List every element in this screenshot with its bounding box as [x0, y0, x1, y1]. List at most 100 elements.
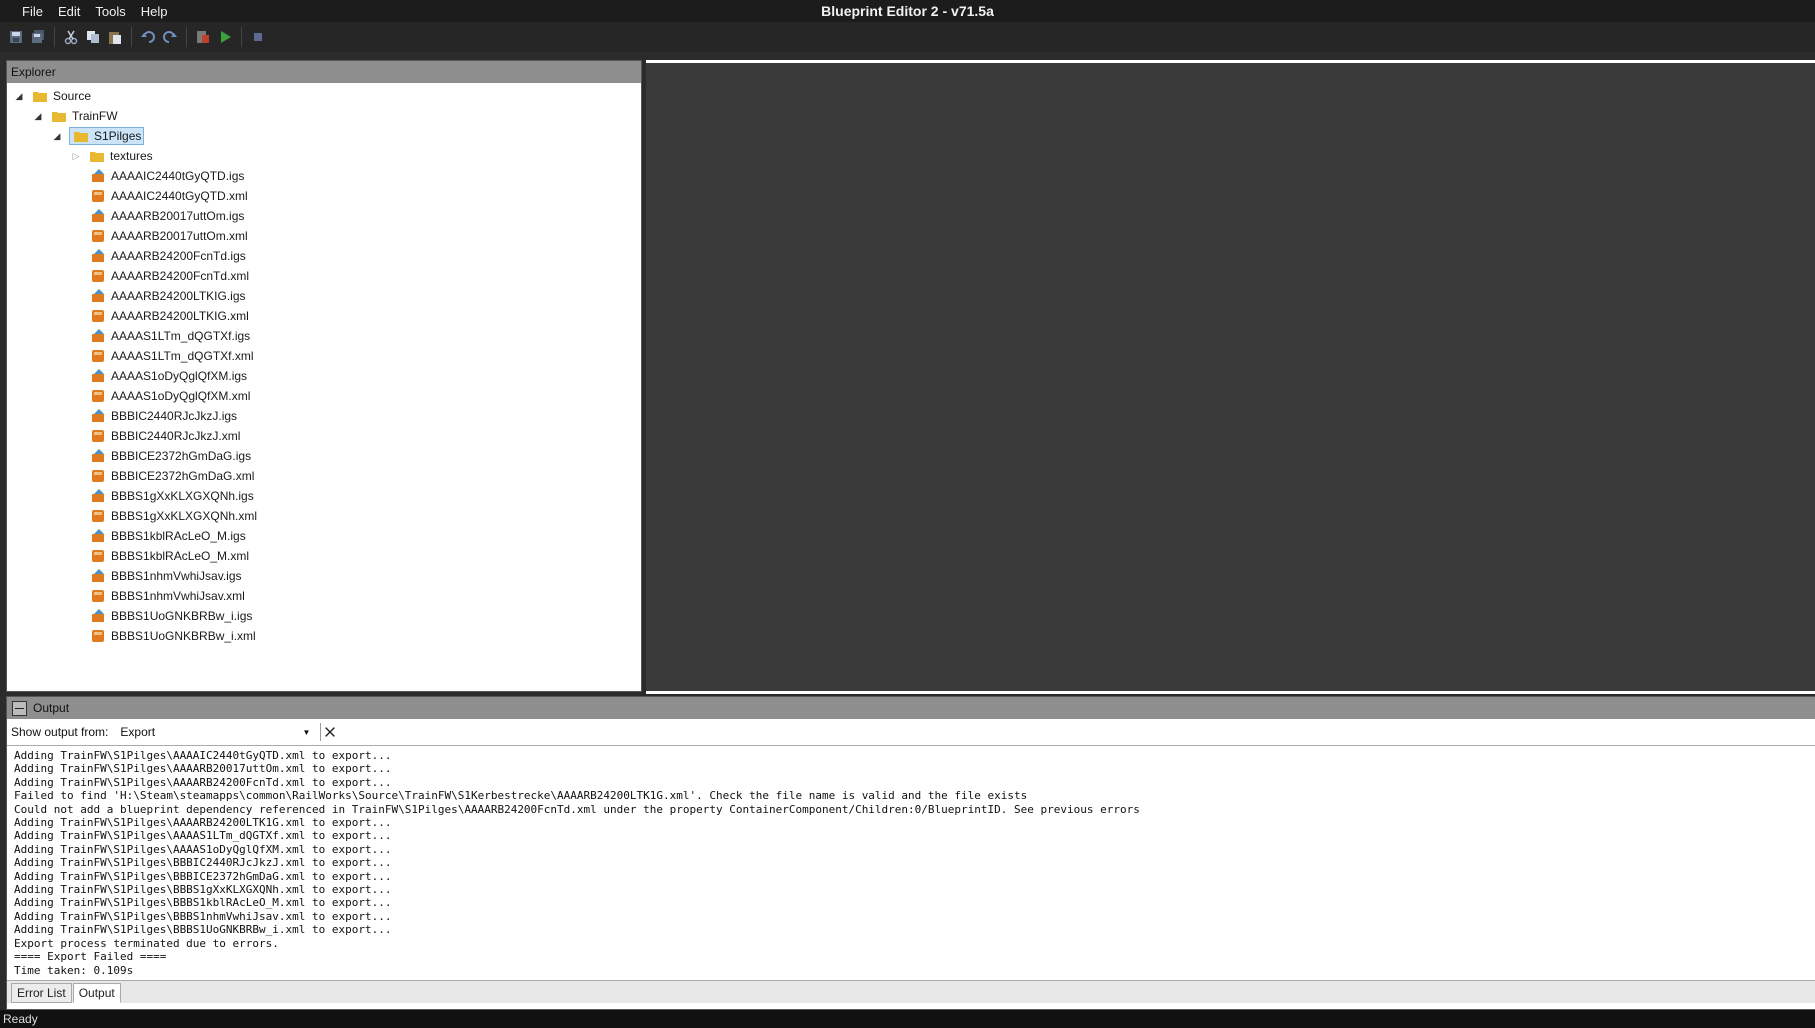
file-item[interactable]: BBBS1nhmVwhiJsav.igs — [7, 566, 641, 586]
file-item[interactable]: AAAARB24200LTKIG.xml — [7, 306, 641, 326]
file-item[interactable]: AAAARB24200LTKIG.igs — [7, 286, 641, 306]
file-item[interactable]: AAAAS1oDyQglQfXM.igs — [7, 366, 641, 386]
tab-output[interactable]: Output — [72, 983, 121, 1003]
file-item[interactable]: BBBS1nhmVwhiJsav.xml — [7, 586, 641, 606]
file-label: BBBS1gXxKLXGXQNh.xml — [111, 509, 258, 523]
file-label: AAAAIC2440tGyQTD.xml — [111, 189, 248, 203]
xml-file-icon — [89, 548, 107, 564]
status-bar: Ready — [0, 1010, 1815, 1028]
collapsed-arrow-icon[interactable]: ▷ — [70, 150, 82, 162]
file-item[interactable]: AAAARB20017uttOm.xml — [7, 226, 641, 246]
file-label: AAAARB20017uttOm.igs — [111, 209, 245, 223]
file-label: BBBS1nhmVwhiJsav.igs — [111, 569, 242, 583]
tree-node-source[interactable]: ◢ Source — [7, 86, 641, 106]
tree-node-textures[interactable]: ▷ textures — [7, 146, 641, 166]
file-item[interactable]: BBBS1kblRAcLeO_M.igs — [7, 526, 641, 546]
selected-node[interactable]: S1Pilges — [69, 127, 145, 145]
log-line: Export process terminated due to errors. — [14, 936, 279, 950]
expand-arrow-icon[interactable]: ◢ — [13, 90, 25, 102]
igs-file-icon — [89, 448, 107, 464]
file-item[interactable]: BBBIC2440RJcJkzJ.igs — [7, 406, 641, 426]
log-line: Adding TrainFW\S1Pilges\BBBICE2372hGmDaG… — [14, 869, 392, 883]
file-item[interactable]: BBBICE2372hGmDaG.igs — [7, 446, 641, 466]
toolbar — [0, 22, 1815, 52]
file-label: AAAAS1LTm_dQGTXf.xml — [111, 349, 254, 363]
igs-file-icon — [89, 288, 107, 304]
file-item[interactable]: BBBS1gXxKLXGXQNh.xml — [7, 506, 641, 526]
igs-file-icon — [89, 408, 107, 424]
log-line: Adding TrainFW\S1Pilges\BBBS1gXxKLXGXQNh… — [14, 883, 392, 897]
file-item[interactable]: AAAAIC2440tGyQTD.igs — [7, 166, 641, 186]
clear-output-button[interactable] — [320, 723, 339, 741]
file-label: BBBS1gXxKLXGXQNh.igs — [111, 489, 254, 503]
output-panel: Output Show output from: Export ▼ Adding… — [6, 696, 1815, 1010]
folder-icon — [31, 88, 49, 104]
file-item[interactable]: BBBIC2440RJcJkzJ.xml — [7, 426, 641, 446]
file-label: AAAAS1oDyQglQfXM.igs — [111, 369, 248, 383]
folder-icon — [88, 148, 106, 164]
file-label: BBBS1kblRAcLeO_M.igs — [111, 529, 246, 543]
expand-arrow-icon[interactable]: ◢ — [32, 110, 44, 122]
file-item[interactable]: BBBICE2372hGmDaG.xml — [7, 466, 641, 486]
redo-icon[interactable] — [162, 29, 178, 45]
igs-file-icon — [89, 208, 107, 224]
file-label: AAAARB24200LTKIG.xml — [111, 309, 249, 323]
tree-label: S1Pilges — [94, 129, 142, 143]
xml-file-icon — [89, 588, 107, 604]
igs-file-icon — [89, 368, 107, 384]
log-line: Could not add a blueprint dependency ref… — [14, 802, 1140, 816]
undo-icon[interactable] — [140, 29, 156, 45]
menu-help[interactable]: Help — [141, 4, 168, 19]
file-label: AAAARB24200LTKIG.igs — [111, 289, 246, 303]
file-item[interactable]: AAAARB20017uttOm.igs — [7, 206, 641, 226]
log-line: Adding TrainFW\S1Pilges\AAAAS1oDyQglQfXM… — [14, 842, 392, 856]
xml-file-icon — [89, 508, 107, 524]
file-label: BBBIC2440RJcJkzJ.xml — [111, 429, 241, 443]
copy-icon[interactable] — [85, 29, 101, 45]
folder-open-icon — [72, 128, 90, 144]
menu-edit[interactable]: Edit — [58, 4, 80, 19]
paste-icon[interactable] — [107, 29, 123, 45]
tab-error-list[interactable]: Error List — [11, 983, 72, 1003]
file-label: BBBS1nhmVwhiJsav.xml — [111, 589, 245, 603]
menu-file[interactable]: File — [22, 4, 43, 19]
toolbar-separator — [186, 27, 187, 47]
file-label: AAAARB24200FcnTd.xml — [111, 269, 250, 283]
editor-canvas[interactable] — [646, 60, 1815, 694]
log-line: Adding TrainFW\S1Pilges\BBBS1UoGNKBRBw_i… — [14, 923, 392, 937]
file-item[interactable]: AAAARB24200FcnTd.igs — [7, 246, 641, 266]
tree-node-trainfw[interactable]: ◢ TrainFW — [7, 106, 641, 126]
log-line: Adding TrainFW\S1Pilges\BBBIC2440RJcJkzJ… — [14, 856, 392, 870]
igs-file-icon — [89, 248, 107, 264]
tree-node-s1pilges[interactable]: ◢ S1Pilges — [7, 126, 641, 146]
file-item[interactable]: AAAARB24200FcnTd.xml — [7, 266, 641, 286]
save-all-icon[interactable] — [30, 29, 46, 45]
output-log[interactable]: Adding TrainFW\S1Pilges\AAAAIC2440tGyQTD… — [7, 746, 1815, 981]
run-icon[interactable] — [217, 29, 233, 45]
file-item[interactable]: BBBS1gXxKLXGXQNh.igs — [7, 486, 641, 506]
collapse-icon[interactable] — [12, 700, 27, 716]
igs-file-icon — [89, 488, 107, 504]
xml-file-icon — [89, 308, 107, 324]
menu-tools[interactable]: Tools — [95, 4, 125, 19]
cut-icon[interactable] — [63, 29, 79, 45]
stop-icon[interactable] — [250, 29, 266, 45]
toolbar-separator — [241, 27, 242, 47]
file-item[interactable]: AAAAIC2440tGyQTD.xml — [7, 186, 641, 206]
tree-label: TrainFW — [72, 109, 118, 123]
file-item[interactable]: BBBS1UoGNKBRBw_i.igs — [7, 606, 641, 626]
file-item[interactable]: BBBS1kblRAcLeO_M.xml — [7, 546, 641, 566]
log-line: Time taken: 0.109s — [14, 963, 134, 977]
file-item[interactable]: AAAAS1LTm_dQGTXf.xml — [7, 346, 641, 366]
export-icon[interactable] — [195, 29, 211, 45]
output-source-select[interactable]: Export ▼ — [116, 722, 316, 742]
save-icon[interactable] — [8, 29, 24, 45]
expand-arrow-icon[interactable]: ◢ — [51, 130, 63, 142]
log-line: Adding TrainFW\S1Pilges\AAAARB24200LTK1G… — [14, 816, 392, 830]
close-icon — [325, 727, 336, 737]
file-item[interactable]: AAAAS1oDyQglQfXM.xml — [7, 386, 641, 406]
file-item[interactable]: AAAAS1LTm_dQGTXf.igs — [7, 326, 641, 346]
file-label: BBBS1UoGNKBRBw_i.igs — [111, 609, 253, 623]
file-label: AAAARB20017uttOm.xml — [111, 229, 248, 243]
file-item[interactable]: BBBS1UoGNKBRBw_i.xml — [7, 626, 641, 646]
